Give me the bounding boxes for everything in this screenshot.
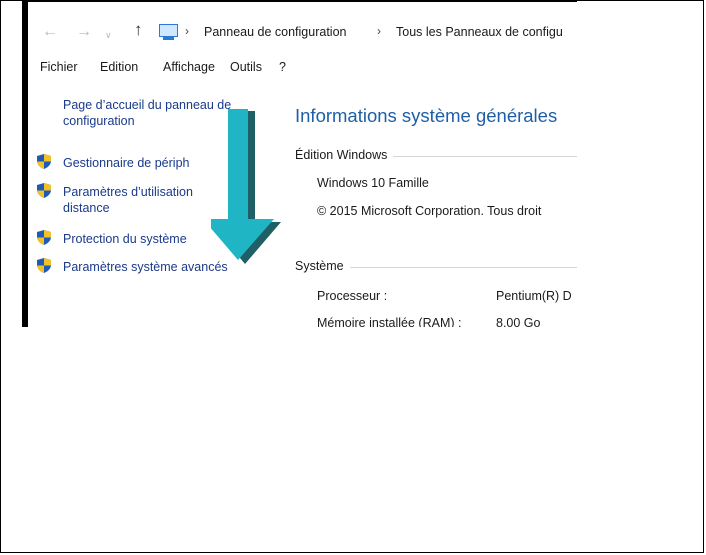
sidebar-item-remote-settings[interactable]: Paramètres d’utilisation distance (63, 184, 193, 216)
processor-value: Pentium(R) D (496, 289, 572, 303)
edition-copyright: © 2015 Microsoft Corporation. Tous droit (317, 204, 542, 218)
shield-icon (37, 230, 51, 245)
menu-outils[interactable]: Outils (230, 60, 262, 74)
menu-help[interactable]: ? (279, 60, 286, 74)
sidebar-item-label: Paramètres d’utilisation (63, 185, 193, 199)
sidebar-item-system-protection[interactable]: Protection du système (63, 231, 187, 247)
chevron-down-icon[interactable]: ∨ (105, 27, 112, 43)
sidebar-item-advanced-settings[interactable]: Paramètres système avancés (63, 259, 228, 275)
sidebar-item-label: Paramètres système avancés (63, 260, 228, 274)
menu-bar: Fichier Edition Affichage Outils ? (28, 56, 577, 80)
address-bar: ← → ∨ ↑ › Panneau de configuration › Tou… (28, 2, 577, 56)
control-panel-window: ← → ∨ ↑ › Panneau de configuration › Tou… (28, 2, 577, 327)
sidebar-item-label: Protection du système (63, 232, 187, 246)
menu-edition[interactable]: Edition (100, 60, 138, 74)
breadcrumb-control-panel[interactable]: Panneau de configuration (204, 25, 346, 39)
ram-value: 8,00 Go (496, 316, 541, 327)
section-label-system: Système (295, 259, 350, 273)
home-link-line-2: configuration (63, 114, 135, 128)
section-label-edition: Édition Windows (295, 148, 394, 162)
menu-fichier[interactable]: Fichier (40, 60, 78, 74)
menu-affichage[interactable]: Affichage (163, 60, 215, 74)
breadcrumb-separator[interactable]: › (377, 24, 381, 38)
edition-name: Windows 10 Famille (317, 176, 429, 190)
shield-icon (37, 258, 51, 273)
home-link[interactable]: Page d’accueil du panneau de configurati… (63, 97, 231, 129)
sidebar-item-label: distance (63, 201, 110, 215)
sidebar-item-label: Gestionnaire de périph (63, 156, 190, 170)
home-link-line-1: Page d’accueil du panneau de (63, 98, 232, 112)
breadcrumb-all-items[interactable]: Tous les Panneaux de configu (396, 25, 563, 39)
page-title: Informations système générales (295, 105, 558, 126)
up-icon[interactable]: ↑ (134, 21, 143, 38)
shield-icon (37, 183, 51, 198)
control-panel-icon (159, 24, 178, 40)
processor-label: Processeur : (317, 289, 388, 303)
ram-label: Mémoire installée (RAM) : (317, 316, 462, 327)
forward-icon[interactable]: → (76, 24, 92, 40)
shield-icon (37, 154, 51, 169)
back-icon[interactable]: ← (42, 24, 58, 40)
breadcrumb-separator[interactable]: › (185, 24, 189, 38)
arrow-down-icon (211, 109, 281, 264)
sidebar-item-device-manager[interactable]: Gestionnaire de périph (63, 155, 189, 171)
